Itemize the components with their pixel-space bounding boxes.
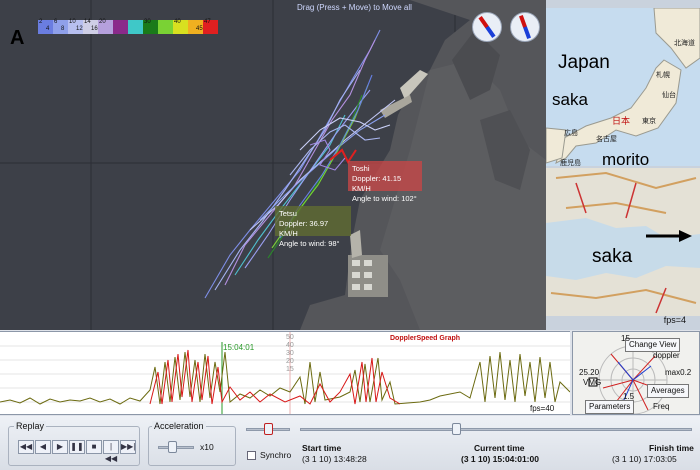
legend-top-label: 20 [99, 19, 106, 25]
boat-name: Toshi [352, 164, 370, 173]
track-map[interactable]: Drag (Press + Move) to Move all A 2 4 6 8 10… [0, 0, 546, 330]
freq-label: Freq [653, 402, 670, 411]
legend-top-label: 2 [39, 19, 43, 25]
saka-local-label: saka [592, 246, 633, 267]
legend-top-label: 14 [84, 19, 91, 25]
legend-bottom-label: 4 [46, 26, 50, 32]
side-panel: Japan saka morito 札幌 北海道 仙台 日本 東京 広島 名古屋… [546, 0, 700, 330]
graph-fps: fps=40 [530, 404, 555, 413]
replay-label: Replay [14, 421, 47, 431]
synchro-checkbox[interactable] [247, 451, 256, 460]
radar-vmg-label: VMG [583, 378, 602, 387]
city-label: 名古屋 [596, 136, 617, 143]
radar-max-label: max0.2 [665, 368, 692, 377]
city-label: 東京 [642, 118, 656, 125]
speed-legend: 2 4 6 8 10 12 14 16 20 30 40 45 47 [38, 19, 218, 34]
finish-time-value: (3 1 10) 17:03:05 [612, 454, 677, 464]
boat-label-tetsu: Tetsu Doppler: 36.97 KM/H Angle to wind:… [275, 206, 351, 248]
boat-label-toshi: Toshi Doppler: 41.15 KM/H Angle to wind:… [348, 161, 422, 203]
legend-swatch: 14 16 [83, 19, 98, 34]
radar-panel[interactable]: Change View doppler 25.20 max0.2 VMG Ave… [572, 331, 700, 415]
graph-time-marker: 15:04:01 [223, 343, 255, 352]
doppler-graph[interactable]: DopplerSpeed Graph 15:04:01 50 40 30 20 … [0, 331, 570, 415]
legend-top-label: 10 [69, 19, 76, 25]
city-label: 広島 [564, 130, 578, 137]
legend-swatch [128, 20, 143, 34]
graph-scale: 50 40 30 20 15 [286, 334, 294, 373]
morito-label: morito [602, 150, 650, 166]
legend-swatch: 10 12 [68, 19, 83, 34]
stop-button[interactable]: ■ [86, 440, 102, 454]
legend-swatch: 68 [53, 19, 68, 34]
boat-doppler: Doppler: 36.97 KM/H [279, 219, 329, 238]
skip-back-button[interactable]: |◀◀ [103, 440, 119, 463]
boat-name: Tetsu [279, 209, 297, 218]
drag-hint: Drag (Press + Move) to Move all [297, 3, 412, 12]
pause-button[interactable]: ❚❚ [69, 440, 85, 454]
finish-time-label: Finish time [649, 443, 694, 453]
legend-swatch: 30 [143, 19, 158, 34]
legend-top-label: 47 [204, 19, 211, 25]
start-time-value: (3 1 10) 13:48:28 [302, 454, 367, 464]
map-terrain [0, 0, 546, 330]
city-label: 日本 [612, 116, 631, 126]
step-back-button[interactable]: ◀ [35, 440, 51, 454]
radar-misc-label: 1.5 [623, 392, 635, 401]
timeline-slider[interactable] [300, 428, 692, 431]
skip-forward-button[interactable]: ▶▶| [120, 440, 136, 454]
city-label: 仙台 [662, 92, 676, 99]
acceleration-value: x10 [200, 442, 214, 452]
current-time-label: Current time [474, 443, 525, 453]
legend-swatch: 20 [98, 19, 113, 34]
legend-swatch [158, 20, 173, 34]
japan-map[interactable]: Japan saka morito 札幌 北海道 仙台 日本 東京 広島 名古屋… [546, 8, 700, 166]
city-label: 北海道 [674, 40, 695, 47]
legend-swatch: 40 [173, 19, 188, 34]
acceleration-thumb[interactable] [168, 441, 177, 453]
timeline-thumb[interactable] [452, 423, 461, 435]
local-map[interactable]: saka [546, 168, 700, 316]
compass-heading-icon[interactable] [510, 12, 540, 42]
rewind-button[interactable]: ◀◀ [18, 440, 34, 454]
radar-value: 25.20 [579, 368, 600, 377]
legend-bottom-label: 12 [76, 26, 83, 32]
averages-button[interactable]: Averages [647, 384, 689, 398]
legend-swatch [113, 20, 128, 34]
legend-bottom-label: 8 [61, 26, 65, 32]
synchro-label: Synchro [260, 450, 292, 460]
japan-label: Japan [558, 52, 610, 73]
boat-angle: Angle to wind: 98° [279, 239, 340, 248]
compass-wind-icon[interactable] [472, 12, 502, 42]
synchro-thumb[interactable] [264, 423, 273, 435]
legend-bottom-label: 45 [196, 26, 203, 32]
saka-label: saka [552, 90, 588, 109]
north-arrow-icon: A [10, 27, 25, 49]
graph-plot [0, 332, 570, 414]
change-view-button[interactable]: Change View [625, 338, 681, 352]
legend-swatch: 24 [38, 19, 53, 34]
current-time-value: (3 1 10) 15:04:01:00 [461, 454, 539, 464]
legend-top-label: 6 [54, 19, 58, 25]
japan-land [546, 8, 700, 164]
radar-deg-label: 15 [621, 334, 630, 343]
legend-top-label: 40 [174, 19, 181, 25]
boat-angle: Angle to wind: 102° [352, 194, 417, 203]
parameters-button[interactable]: Parameters [585, 400, 635, 414]
legend-bottom-label: 16 [91, 26, 98, 32]
graph-title: DopplerSpeed Graph [390, 335, 461, 342]
control-bar: Replay ◀◀ ◀ ▶ ❚❚ ■ |◀◀ ▶▶| Acceleration x10 Sy… [0, 416, 700, 470]
doppler-mode-label: doppler [653, 351, 680, 360]
legend-swatch: 45 [188, 20, 203, 34]
city-label: 鹿児島 [560, 160, 581, 166]
side-fps: fps=4 [663, 315, 686, 325]
play-button[interactable]: ▶ [52, 440, 68, 454]
start-time-label: Start time [302, 443, 342, 453]
city-label: 札幌 [656, 72, 670, 79]
legend-swatch: 47 [203, 19, 218, 34]
local-land [546, 171, 700, 314]
legend-top-label: 30 [144, 19, 151, 25]
boat-doppler: Doppler: 41.15 KM/H [352, 174, 402, 193]
acceleration-label: Acceleration [152, 421, 206, 431]
